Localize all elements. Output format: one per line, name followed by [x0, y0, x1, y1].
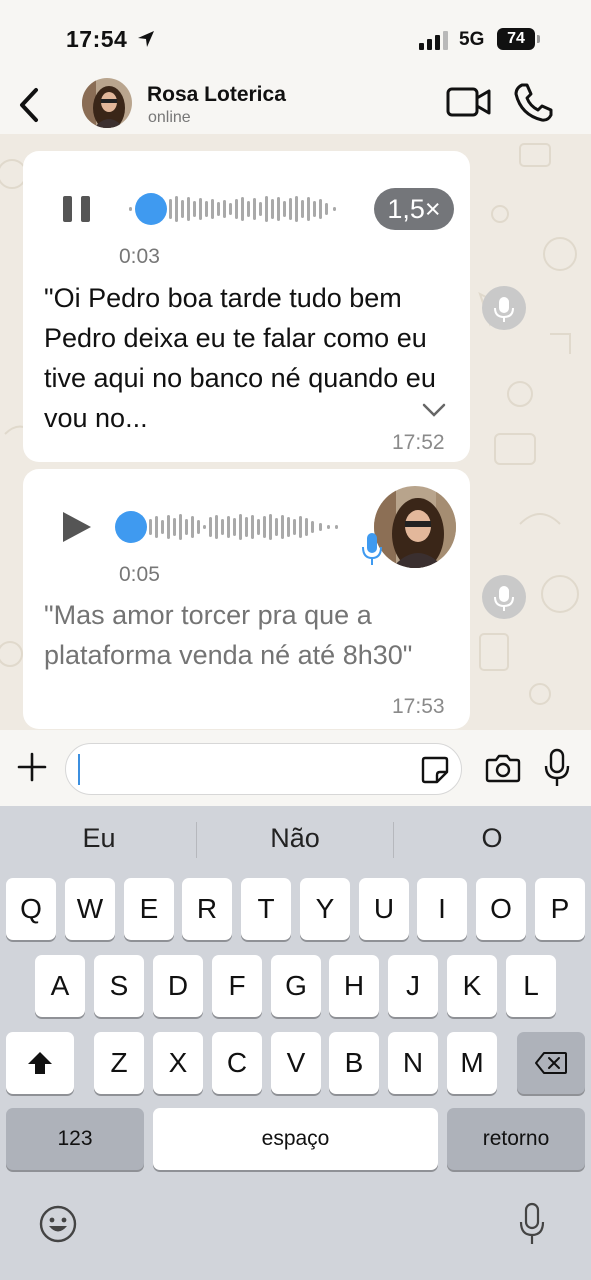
suggestion-item[interactable]: O: [397, 823, 587, 854]
location-arrow-icon: [138, 31, 154, 47]
message-input-bar: [0, 730, 591, 806]
chevron-down-icon[interactable]: [421, 401, 447, 419]
key-b[interactable]: B: [329, 1032, 379, 1094]
keyboard: Eu Não O Q W E R T Y U I O P A S D F G H…: [0, 806, 591, 1280]
message-time: 17:52: [392, 431, 445, 454]
contact-name[interactable]: Rosa Loterica: [147, 83, 286, 107]
shift-arrow-icon: [28, 1052, 52, 1074]
key-s[interactable]: S: [94, 955, 144, 1017]
backspace-icon: [535, 1052, 567, 1074]
key-y[interactable]: Y: [300, 878, 350, 940]
chat-area[interactable]: 0:03 1,5× "Oi Pedro boa tarde tudo bem P…: [0, 134, 591, 730]
status-time: 17:54: [66, 26, 128, 52]
key-k[interactable]: K: [447, 955, 497, 1017]
back-chevron-icon[interactable]: [14, 82, 44, 128]
transcribe-mic-button[interactable]: [482, 575, 526, 619]
contact-avatar[interactable]: [82, 78, 132, 128]
key-f[interactable]: F: [212, 955, 262, 1017]
playback-scrubber[interactable]: [135, 193, 167, 225]
key-r[interactable]: R: [182, 878, 232, 940]
plus-icon[interactable]: [15, 750, 49, 784]
key-g[interactable]: G: [271, 955, 321, 1017]
microphone-icon: [362, 533, 382, 565]
status-bar: 17:54 5G 74: [0, 0, 591, 78]
playback-speed-button[interactable]: 1,5×: [374, 188, 454, 230]
contact-status: online: [148, 109, 191, 126]
key-t[interactable]: T: [241, 878, 291, 940]
key-l[interactable]: L: [506, 955, 556, 1017]
cellular-signal-icon: [419, 31, 448, 50]
numbers-key[interactable]: 123: [6, 1108, 144, 1170]
voice-message-bubble[interactable]: 0:03 1,5× "Oi Pedro boa tarde tudo bem P…: [23, 151, 470, 462]
key-c[interactable]: C: [212, 1032, 262, 1094]
sender-avatar: [374, 486, 456, 568]
play-icon[interactable]: [57, 507, 97, 547]
video-camera-icon[interactable]: [446, 84, 492, 120]
key-d[interactable]: D: [153, 955, 203, 1017]
emoji-icon[interactable]: [38, 1204, 78, 1244]
return-key[interactable]: retorno: [447, 1108, 585, 1170]
chat-header: Rosa Loterica online: [0, 78, 591, 134]
key-q[interactable]: Q: [6, 878, 56, 940]
key-e[interactable]: E: [124, 878, 174, 940]
key-a[interactable]: A: [35, 955, 85, 1017]
voice-transcript: "Oi Pedro boa tarde tudo bem Pedro deixa…: [44, 283, 436, 433]
message-time: 17:53: [392, 695, 445, 718]
shift-key[interactable]: [6, 1032, 74, 1094]
battery-icon: 74: [497, 28, 541, 50]
text-caret: [78, 754, 80, 785]
dictation-microphone-icon[interactable]: [518, 1202, 546, 1246]
backspace-key[interactable]: [517, 1032, 585, 1094]
suggestion-bar: Eu Não O: [0, 806, 591, 874]
playback-scrubber[interactable]: [115, 511, 147, 543]
key-w[interactable]: W: [65, 878, 115, 940]
network-type: 5G: [459, 29, 485, 50]
key-x[interactable]: X: [153, 1032, 203, 1094]
key-n[interactable]: N: [388, 1032, 438, 1094]
key-j[interactable]: J: [388, 955, 438, 1017]
camera-icon[interactable]: [485, 752, 521, 784]
transcribe-mic-button[interactable]: [482, 286, 526, 330]
phone-icon[interactable]: [512, 82, 554, 124]
microphone-icon[interactable]: [543, 748, 571, 788]
voice-transcript: "Mas amor torcer pra que a plataforma ve…: [44, 600, 413, 670]
voice-message-bubble[interactable]: 0:05 "Mas amor torcer pra que a platafor…: [23, 469, 470, 729]
key-z[interactable]: Z: [94, 1032, 144, 1094]
pause-icon[interactable]: [57, 189, 97, 229]
battery-level: 74: [497, 28, 535, 50]
key-i[interactable]: I: [417, 878, 467, 940]
key-h[interactable]: H: [329, 955, 379, 1017]
sticker-icon[interactable]: [420, 755, 450, 785]
suggestion-item[interactable]: Eu: [4, 823, 194, 854]
voice-duration: 0:03: [119, 245, 160, 268]
key-v[interactable]: V: [271, 1032, 321, 1094]
key-u[interactable]: U: [359, 878, 409, 940]
waveform[interactable]: [127, 507, 343, 547]
suggestion-item[interactable]: Não: [200, 823, 390, 854]
voice-duration: 0:05: [119, 563, 160, 586]
key-p[interactable]: P: [535, 878, 585, 940]
key-o[interactable]: O: [476, 878, 526, 940]
space-key[interactable]: espaço: [153, 1108, 438, 1170]
message-input[interactable]: [65, 743, 462, 795]
key-m[interactable]: M: [447, 1032, 497, 1094]
